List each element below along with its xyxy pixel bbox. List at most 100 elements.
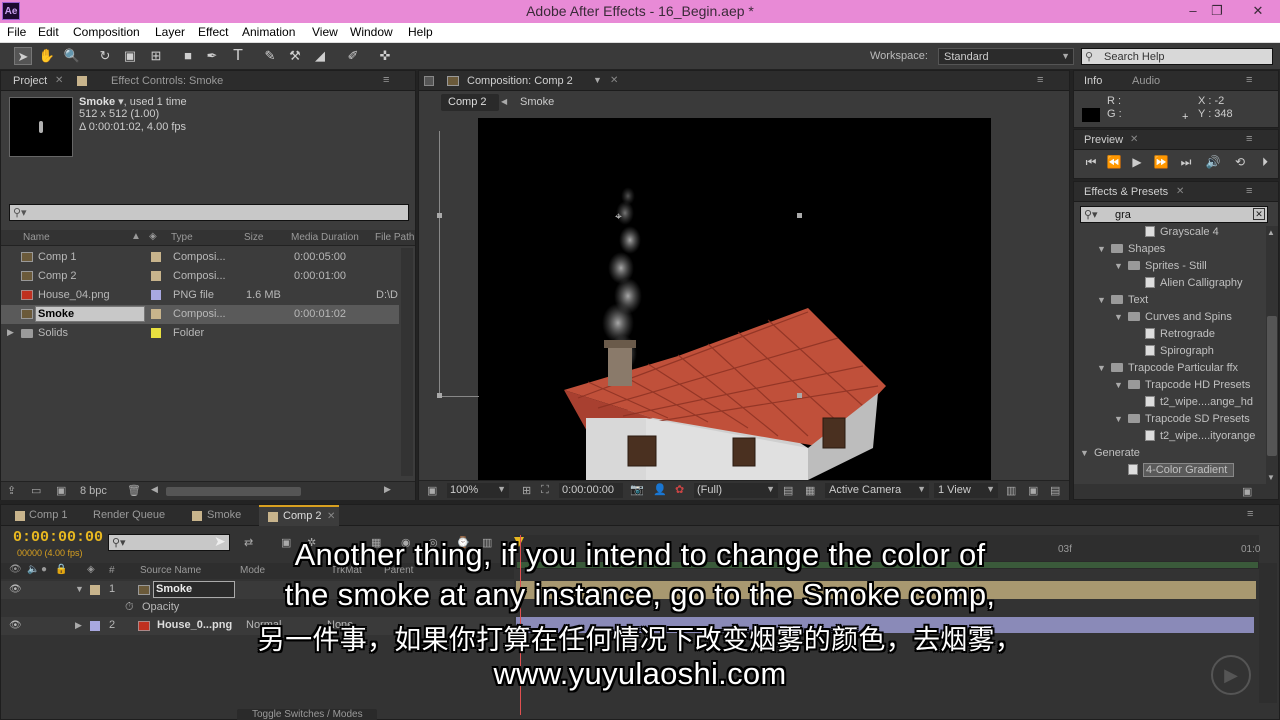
close-icon[interactable]: ✕	[1176, 186, 1184, 197]
audio-icon[interactable]: 🔊	[1205, 155, 1221, 171]
path-handle[interactable]	[437, 393, 442, 398]
pan-behind-tool-icon[interactable]: ⊞	[147, 47, 165, 65]
layer-handle[interactable]	[797, 393, 802, 398]
effects-tree-item[interactable]: ▼ Trapcode Particular ffx	[1074, 362, 1266, 379]
label-swatch[interactable]	[151, 252, 161, 262]
effects-tree-item[interactable]: Grayscale 4	[1074, 226, 1266, 243]
fast-previews-icon[interactable]: ▤	[783, 484, 793, 497]
type-tool-icon[interactable]: T	[229, 47, 247, 65]
chevron-down-icon[interactable]: ▾	[115, 96, 124, 108]
col-type[interactable]: Type	[171, 232, 193, 243]
tab-render-queue[interactable]: Render Queue	[93, 505, 165, 525]
show-snapshot-icon[interactable]: 👤	[653, 483, 667, 496]
trash-icon[interactable]: 🗑	[127, 484, 141, 497]
tab-comp1[interactable]: Comp 1	[29, 505, 68, 525]
project-row[interactable]: Comp 2 Composi... 0:00:01:00	[1, 267, 399, 286]
toggle-switches-modes-button[interactable]: Toggle Switches / Modes	[237, 709, 377, 720]
scroll-up-icon[interactable]: ▲	[1267, 228, 1275, 237]
camera-select[interactable]: Active Camera ▼	[825, 483, 929, 498]
label-tag-icon[interactable]: ◈	[149, 231, 157, 242]
minimize-button[interactable]: –	[1183, 3, 1203, 19]
tab-smoke[interactable]: Smoke	[207, 505, 241, 525]
anchor-point-icon[interactable]: ⌖	[615, 209, 622, 224]
menu-window[interactable]: Window	[350, 25, 393, 39]
effects-tree-item[interactable]: ▼ Sprites - Still	[1074, 260, 1266, 277]
search-help-input[interactable]: ⚲ Search Help	[1081, 48, 1273, 65]
tab-preview[interactable]: Preview	[1084, 130, 1123, 150]
project-row[interactable]: ▶ Solids Folder	[1, 324, 399, 343]
maximize-button[interactable]: ❐	[1207, 3, 1227, 19]
effects-tree-item[interactable]: t2_wipe....ange_hd	[1074, 396, 1266, 413]
new-preset-icon[interactable]: ▣	[1242, 485, 1252, 498]
effects-search-input[interactable]: ⚲▾ gra ✕	[1080, 206, 1268, 223]
path-handle[interactable]	[437, 213, 442, 218]
tab-composition[interactable]: Composition: Comp 2	[467, 71, 573, 91]
expand-triangle-icon[interactable]: ▼	[1114, 312, 1128, 322]
close-icon[interactable]: ✕	[1130, 134, 1138, 145]
expand-triangle-icon[interactable]: ▼	[1114, 261, 1128, 271]
effects-tree-item[interactable]: ▼ Generate	[1074, 447, 1266, 464]
panel-menu-icon[interactable]: ≡	[1246, 133, 1252, 145]
menu-edit[interactable]: Edit	[38, 25, 59, 39]
tab-effect-controls[interactable]: Effect Controls: Smoke	[111, 71, 223, 91]
project-scrollbar[interactable]	[401, 248, 413, 476]
clear-search-icon[interactable]: ✕	[1253, 208, 1265, 220]
panel-menu-icon[interactable]: ≡	[1247, 508, 1253, 520]
label-swatch[interactable]	[151, 328, 161, 338]
scroll-down-icon[interactable]: ▼	[1267, 473, 1275, 482]
tab-comp2-active[interactable]: Comp 2 ✕	[259, 505, 339, 526]
loop-icon[interactable]: ⟲	[1232, 155, 1248, 171]
menu-animation[interactable]: Animation	[242, 25, 295, 39]
menu-view[interactable]: View	[312, 25, 338, 39]
effects-tree-item[interactable]: Spirograph	[1074, 345, 1266, 362]
rename-field[interactable]: Smoke	[35, 306, 145, 322]
tab-effects-presets[interactable]: Effects & Presets	[1084, 182, 1168, 202]
tab-project[interactable]: Project	[13, 71, 47, 91]
effects-tree-item[interactable]: ▼ Shapes	[1074, 243, 1266, 260]
sort-up-icon[interactable]: ▲	[131, 231, 141, 242]
scroll-right-icon[interactable]: ▶	[384, 484, 391, 495]
expand-triangle-icon[interactable]: ▼	[1114, 380, 1128, 390]
eraser-tool-icon[interactable]: ◢	[311, 47, 329, 65]
play-icon[interactable]: ▶	[1129, 155, 1145, 171]
rectangle-tool-icon[interactable]: ■	[179, 47, 197, 65]
effects-tree-item[interactable]: Alien Calligraphy	[1074, 277, 1266, 294]
composition-viewer[interactable]	[478, 118, 991, 480]
project-row[interactable]: House_04.png PNG file 1.6 MB D:\D	[1, 286, 399, 305]
clone-stamp-tool-icon[interactable]: ⚒	[286, 47, 304, 65]
label-swatch[interactable]	[151, 271, 161, 281]
chevron-down-icon[interactable]: ▼	[593, 75, 602, 85]
menu-help[interactable]: Help	[408, 25, 433, 39]
horizontal-scrollbar-thumb[interactable]	[166, 487, 301, 496]
expand-triangle-icon[interactable]: ▼	[1097, 363, 1111, 373]
project-row-selected[interactable]: Smoke Composi... 0:00:01:02	[1, 305, 399, 324]
resolution-grid-icon[interactable]: ⊞	[522, 484, 531, 497]
region-of-interest-icon[interactable]: ⛶	[541, 484, 549, 497]
view-layout-select[interactable]: 1 View ▼	[934, 483, 998, 498]
expand-triangle-icon[interactable]: ▶	[7, 327, 14, 338]
panel-menu-icon[interactable]: ≡	[1037, 74, 1043, 86]
camera-tool-icon[interactable]: ▣	[121, 47, 139, 65]
zoom-select[interactable]: 100% ▼	[447, 483, 509, 498]
last-frame-icon[interactable]: ⏭	[1178, 155, 1194, 171]
breadcrumb-comp2[interactable]: Comp 2	[441, 94, 499, 111]
tab-info[interactable]: Info	[1084, 71, 1102, 91]
next-frame-icon[interactable]: ⏩	[1153, 155, 1169, 171]
col-size[interactable]: Size	[244, 232, 263, 243]
menu-file[interactable]: File	[7, 25, 26, 39]
project-row[interactable]: Comp 1 Composi... 0:00:05:00	[1, 248, 399, 267]
close-icon[interactable]: ✕	[327, 511, 335, 522]
hand-tool-icon[interactable]: ✋	[38, 47, 56, 65]
label-swatch[interactable]	[151, 290, 161, 300]
close-icon[interactable]: ✕	[610, 75, 618, 86]
resolution-select[interactable]: (Full) ▼	[694, 483, 778, 498]
effects-tree-item[interactable]: Retrograde	[1074, 328, 1266, 345]
tab-audio[interactable]: Audio	[1132, 71, 1160, 91]
col-duration[interactable]: Media Duration	[291, 232, 359, 243]
effects-tree-item[interactable]: ▼ Text	[1074, 294, 1266, 311]
expand-triangle-icon[interactable]: ▼	[1097, 295, 1111, 305]
new-folder-icon[interactable]: ▭	[31, 484, 41, 497]
col-path[interactable]: File Path	[375, 232, 414, 243]
workspace-select[interactable]: Standard ▼	[938, 48, 1074, 65]
label-swatch[interactable]	[151, 309, 161, 319]
